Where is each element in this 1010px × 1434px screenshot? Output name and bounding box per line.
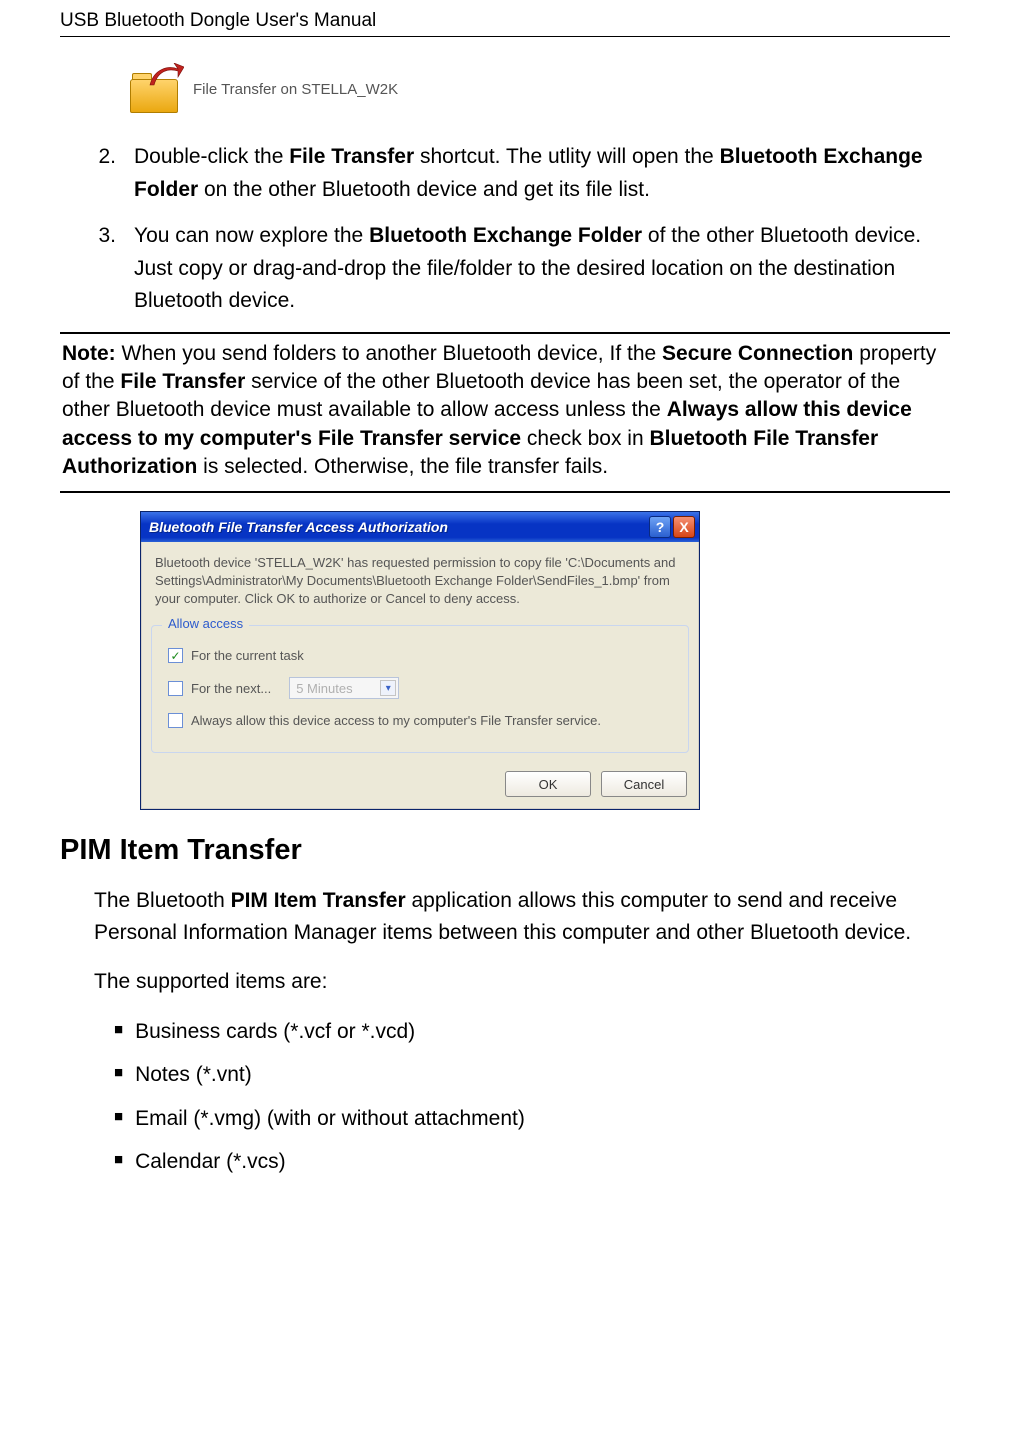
ok-button[interactable]: OK [505,771,591,797]
step-body: You can now explore the Bluetooth Exchan… [134,220,950,318]
duration-value: 5 Minutes [296,681,352,696]
step-body: Double-click the File Transfer shortcut.… [134,141,950,206]
checkbox-for-next-label: For the next... [191,681,271,696]
supported-items-line: The supported items are: [94,966,950,998]
checkbox-always-allow-row: Always allow this device access to my co… [168,713,674,728]
dialog-buttons: OK Cancel [141,763,699,809]
cancel-button[interactable]: Cancel [601,771,687,797]
document-header: USB Bluetooth Dongle User's Manual [60,10,950,37]
duration-combo[interactable]: 5 Minutes ▾ [289,677,399,699]
checkbox-always-allow[interactable] [168,713,183,728]
checkbox-for-next[interactable] [168,681,183,696]
dialog-screenshot: Bluetooth File Transfer Access Authoriza… [140,511,950,810]
arrow-icon [148,63,184,89]
authorization-dialog: Bluetooth File Transfer Access Authoriza… [140,511,700,810]
dialog-message: Bluetooth device 'STELLA_W2K' has reques… [141,542,699,607]
pim-description: The Bluetooth PIM Item Transfer applicat… [94,885,950,948]
list-item: Notes (*.vnt) [114,1059,950,1091]
list-item: Business cards (*.vcf or *.vcd) [114,1016,950,1048]
dialog-titlebar: Bluetooth File Transfer Access Authoriza… [141,512,699,542]
shortcut-label: File Transfer on STELLA_W2K [193,81,398,98]
file-transfer-icon [130,65,185,113]
group-legend: Allow access [162,616,249,631]
note-box: Note: When you send folders to another B… [60,332,950,494]
checkbox-current-task-label: For the current task [191,648,304,663]
close-button[interactable]: X [673,516,695,538]
list-item: Email (*.vmg) (with or without attachmen… [114,1103,950,1135]
checkbox-always-allow-label: Always allow this device access to my co… [191,713,601,728]
step-2: 2. Double-click the File Transfer shortc… [94,141,950,206]
section-heading-pim: PIM Item Transfer [60,834,950,867]
checkbox-current-task[interactable]: ✓ [168,648,183,663]
step-number: 3. [94,220,116,318]
dialog-title: Bluetooth File Transfer Access Authoriza… [149,519,647,535]
step-number: 2. [94,141,116,206]
chevron-down-icon: ▾ [380,680,396,696]
note-label: Note: [62,342,116,365]
steps-list: 2. Double-click the File Transfer shortc… [94,141,950,318]
checkbox-current-task-row: ✓ For the current task [168,648,674,663]
checkbox-for-next-row: For the next... 5 Minutes ▾ [168,677,674,699]
help-button[interactable]: ? [649,516,671,538]
shortcut-figure: File Transfer on STELLA_W2K [130,65,950,113]
step-3: 3. You can now explore the Bluetooth Exc… [94,220,950,318]
list-item: Calendar (*.vcs) [114,1146,950,1178]
allow-access-group: Allow access ✓ For the current task For … [151,625,689,753]
supported-items-list: Business cards (*.vcf or *.vcd) Notes (*… [114,1016,950,1178]
